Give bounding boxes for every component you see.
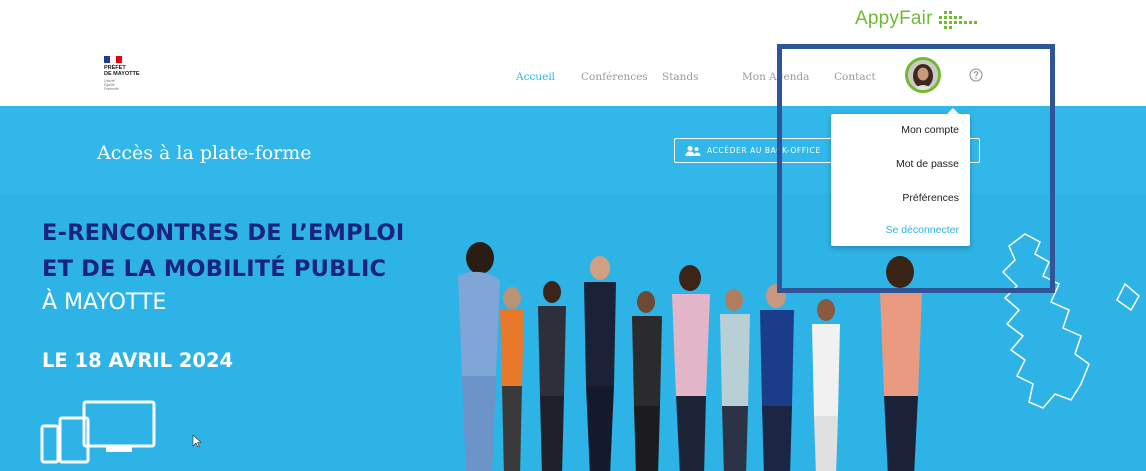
headline-line-1: E-RENCONTRES DE L’EMPLOI xyxy=(42,220,405,246)
event-date: LE 18 AVRIL 2024 xyxy=(42,349,234,372)
mouse-cursor-icon xyxy=(192,434,202,448)
annotation-highlight-box xyxy=(777,44,1055,293)
french-flag-icon xyxy=(104,56,122,63)
nav-accueil[interactable]: Accueil xyxy=(516,71,555,83)
appyfair-logo-icon xyxy=(938,8,977,30)
nav-conferences[interactable]: Conférences xyxy=(581,71,648,83)
devices-icon xyxy=(40,400,156,464)
logo-motto: Liberté Égalité Fraternité xyxy=(104,79,119,91)
logo-title: PRÉFET DE MAYOTTE xyxy=(104,65,140,77)
nav-stands[interactable]: Stands xyxy=(662,71,699,83)
access-title: Accès à la plate-forme xyxy=(97,142,312,164)
brand-name: AppyFair xyxy=(855,8,933,29)
users-icon xyxy=(685,145,701,156)
headline-line-3: À MAYOTTE xyxy=(42,290,167,315)
prefet-mayotte-logo[interactable]: PRÉFET DE MAYOTTE Liberté Égalité Frater… xyxy=(104,56,150,100)
appyfair-brand: AppyFair xyxy=(855,8,977,30)
headline-line-2: ET DE LA MOBILITÉ PUBLIC xyxy=(42,256,387,282)
